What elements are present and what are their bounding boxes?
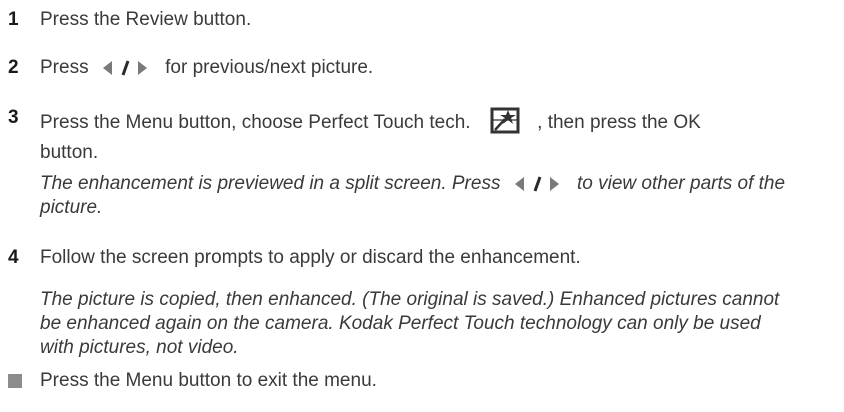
note-line: with pictures, not video.: [40, 337, 239, 358]
note-line: be enhanced again on the camera. Kodak P…: [40, 313, 761, 334]
perfect-touch-icon: [490, 106, 520, 141]
step-number: 2: [8, 57, 19, 78]
bullet-item: Press the Menu button to exit the menu.: [0, 370, 377, 392]
bullet-text: Press the Menu button to exit the menu.: [40, 370, 377, 391]
step-4-note: The picture is copied, then enhanced. (T…: [40, 288, 840, 360]
left-right-arrows-icon: [514, 175, 560, 193]
step-number: 3: [8, 107, 19, 128]
step-text-before: Press the Menu button, choose Perfect To…: [40, 112, 471, 133]
step-4: 4 Follow the screen prompts to apply or …: [0, 246, 844, 270]
left-right-arrows-icon: [102, 59, 148, 77]
step-number: 4: [8, 247, 19, 268]
step-text-after: , then press the OK: [537, 112, 701, 133]
note-text-before: The enhancement is previewed in a split …: [40, 173, 501, 194]
note-line: The picture is copied, then enhanced. (T…: [40, 289, 780, 310]
step-text-line2: button.: [40, 142, 99, 163]
step-text-before: Press: [40, 57, 89, 78]
note-text-line2: picture.: [40, 197, 103, 218]
step-3: 3 Press the Menu button, choose Perfect …: [0, 106, 844, 165]
step-text: Follow the screen prompts to apply or di…: [40, 247, 581, 268]
step-text-after: for previous/next picture.: [165, 57, 374, 78]
step-1: 1 Press the Review button.: [0, 8, 844, 32]
step-2: 2 Press for previous/next picture.: [0, 56, 844, 80]
step-3-note: The enhancement is previewed in a split …: [40, 172, 840, 220]
note-text-after: to view other parts of the: [577, 173, 786, 194]
step-text: Press the Menu button, choose Perfect To…: [40, 106, 844, 165]
step-text: Press the Review button.: [40, 9, 252, 30]
step-text: Press for previous/next picture.: [40, 56, 844, 80]
square-bullet-icon: [8, 374, 22, 388]
step-number: 1: [8, 9, 19, 30]
